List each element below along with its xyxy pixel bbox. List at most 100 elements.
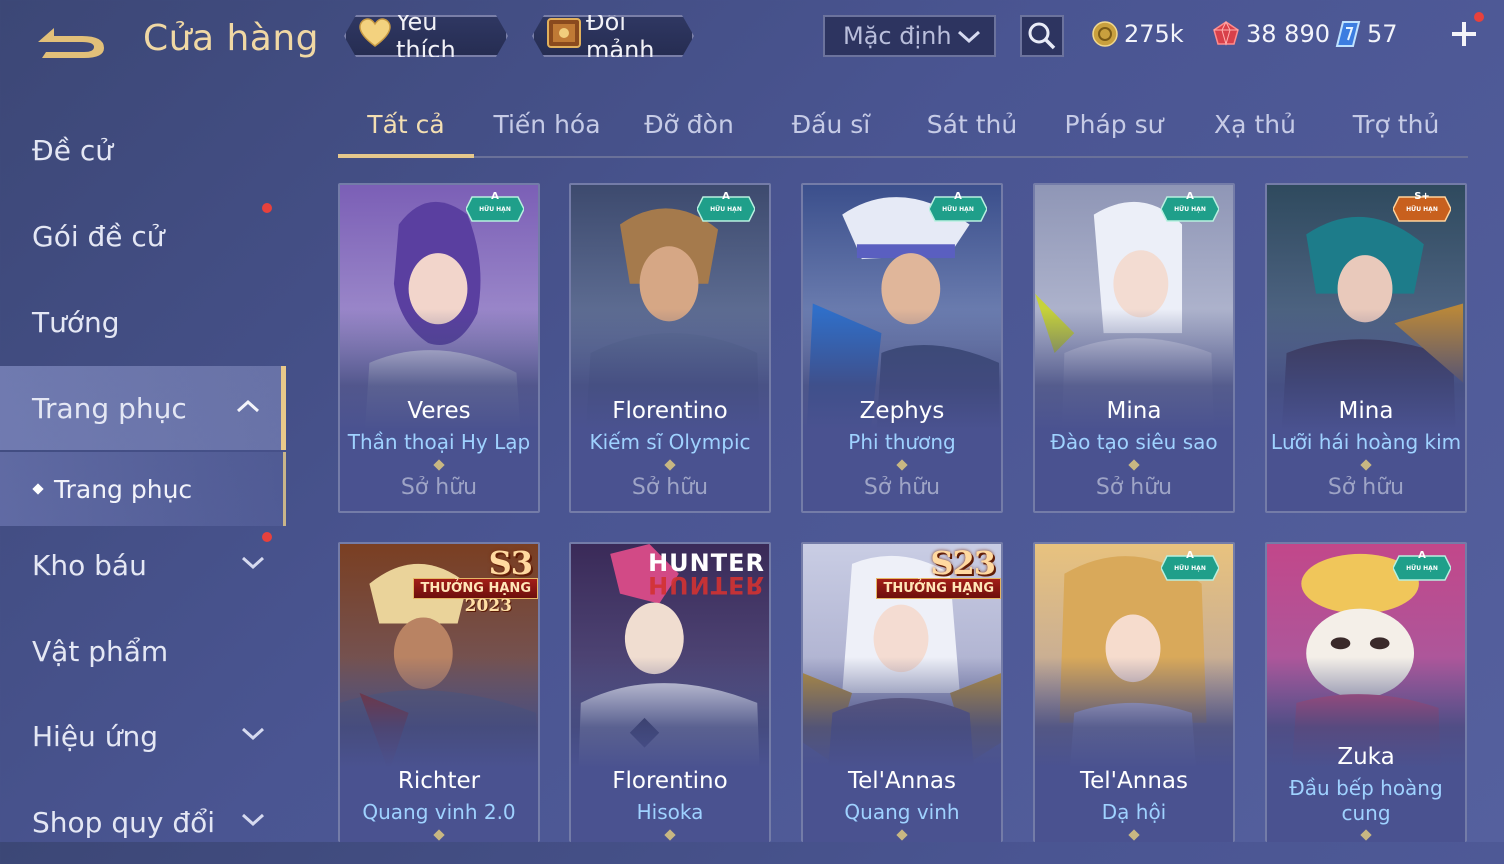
sidebar-subitem-skins[interactable]: Trang phục <box>0 452 286 526</box>
skin-name: Kiếm sĩ Olympic <box>589 430 751 454</box>
hero-name: Mina <box>1106 398 1162 424</box>
tab-all[interactable]: Tất cả <box>338 110 474 139</box>
page-title: Cửa hàng <box>143 18 320 59</box>
skin-name: Thần thoại Hy Lạp <box>347 430 531 454</box>
chevron-down-icon <box>957 30 981 44</box>
tab-fighter[interactable]: Đấu sĩ <box>763 110 899 139</box>
chest-icon <box>546 15 582 57</box>
sidebar-item-label: Hiệu ứng <box>32 719 158 753</box>
rank-badge-label: A HỮU HẠN <box>1161 191 1219 216</box>
hero-name: Veres <box>407 398 471 424</box>
rank-badge-sub: HỮU HẠN <box>1406 565 1438 572</box>
tab-tank[interactable]: Đỡ đòn <box>621 110 757 139</box>
skin-name: Phi thương <box>848 430 956 454</box>
skin-card[interactable]: S3 THƯỞNG HẠNG 2023 Richter Quang vinh 2… <box>338 542 540 842</box>
season-banner-year: 2023 <box>464 596 512 616</box>
diamond-bullet-icon <box>32 483 44 495</box>
sidebar-item-bundles[interactable]: Gói đề cử <box>0 194 286 278</box>
rank-badge-letter: A <box>722 191 730 202</box>
sidebar-item-label: Đề cử <box>32 133 113 167</box>
gold-amount: 275k <box>1124 20 1184 48</box>
voucher-amount: 57 <box>1367 20 1398 48</box>
season-banner-ribbon: THƯỞNG HẠNG <box>876 578 1001 599</box>
skin-name: Đầu bếp hoàng cung <box>1289 776 1443 825</box>
tab-mage[interactable]: Pháp sư <box>1046 110 1182 139</box>
sidebar-item-effects[interactable]: Hiệu ứng <box>0 694 286 778</box>
skin-card[interactable]: A HỮU HẠN Zuka Đầu bếp hoàng cung <box>1265 542 1467 842</box>
skin-card[interactable]: A HỮU HẠN Mina Đào tạo siêu sao Sở hữu <box>1033 183 1235 513</box>
tab-support[interactable]: Trợ thủ <box>1328 110 1464 139</box>
shard-exchange-button[interactable]: Đổi mảnh <box>532 15 694 57</box>
sidebar-item-label: Shop quy đổi <box>32 805 215 839</box>
tab-label: Sát thủ <box>926 110 1018 139</box>
tab-marksman[interactable]: Xạ thủ <box>1187 110 1323 139</box>
chevron-down-icon <box>241 813 265 827</box>
rank-badge-label: A HỮU HẠN <box>697 191 755 216</box>
hero-name: Richter <box>397 768 481 794</box>
voucher-balance: 57 <box>1335 16 1398 52</box>
voucher-crystal-icon <box>1335 21 1361 47</box>
ruby-amount: 38 890 <box>1246 20 1330 48</box>
tab-label: Pháp sư <box>1064 110 1164 139</box>
sort-value: Mặc định <box>843 22 952 50</box>
rank-badge-label: A HỮU HẠN <box>1161 550 1219 575</box>
skin-name: Quang vinh <box>844 800 960 824</box>
skin-name: Quang vinh 2.0 <box>362 800 516 824</box>
tab-label: Trợ thủ <box>1352 110 1440 139</box>
favorites-button[interactable]: Yêu thích <box>344 15 508 57</box>
search-icon <box>1028 22 1056 50</box>
tab-assassin[interactable]: Sát thủ <box>904 110 1040 139</box>
skin-name: Lưỡi hái hoàng kim <box>1270 430 1462 454</box>
sort-dropdown[interactable]: Mặc định <box>823 15 996 57</box>
rank-badge-letter: A <box>1186 191 1194 202</box>
rank-badge-sub: HỮU HẠN <box>479 206 511 213</box>
owned-status: Sở hữu <box>863 475 941 500</box>
skin-name: Dạ hội <box>1101 800 1167 824</box>
skin-card[interactable]: A HỮU HẠN Veres Thần thoại Hy Lạp Sở hữu <box>338 183 540 513</box>
rank-badge-sub: HỮU HẠN <box>1406 206 1438 213</box>
notification-dot <box>262 203 272 213</box>
hero-name: Florentino <box>612 398 728 424</box>
skin-card[interactable]: A HỮU HẠN Zephys Phi thương Sở hữu <box>801 183 1003 513</box>
notification-dot <box>262 532 272 542</box>
favorites-label: Yêu thích <box>396 8 456 64</box>
heart-icon <box>358 18 392 54</box>
hero-name: Florentino <box>612 768 728 794</box>
skin-card[interactable]: S23 THƯỞNG HẠNG Tel'Annas Quang vinh <box>801 542 1003 842</box>
search-button[interactable] <box>1020 15 1064 57</box>
rank-badge-label: S+ HỮU HẠN <box>1393 191 1451 216</box>
skin-card[interactable]: A HỮU HẠN Tel'Annas Dạ hội <box>1033 542 1235 842</box>
season-banner-title: S23 <box>930 544 996 582</box>
rank-badge-letter: A <box>1186 550 1194 561</box>
owned-status: Sở hữu <box>1095 475 1173 500</box>
ruby-balance: 38 890 <box>1212 16 1330 52</box>
skin-card[interactable]: A HỮU HẠN Florentino Kiếm sĩ Olympic Sở h… <box>569 183 771 513</box>
sidebar-item-exchange-shop[interactable]: Shop quy đổi <box>0 780 286 864</box>
back-arrow-icon[interactable] <box>34 22 110 62</box>
sidebar-item-heroes[interactable]: Tướng <box>0 280 286 364</box>
chevron-up-icon <box>236 399 260 413</box>
sidebar-item-treasure[interactable]: Kho báu <box>0 523 286 607</box>
sidebar-item-items[interactable]: Vật phẩm <box>0 609 286 693</box>
skin-card[interactable]: S+ HỮU HẠN Mina Lưỡi hái hoàng kim Sở hữu <box>1265 183 1467 513</box>
rank-badge-letter: A <box>954 191 962 202</box>
sidebar-item-label: Gói đề cử <box>32 219 165 253</box>
skin-name: Đào tạo siêu sao <box>1050 430 1218 454</box>
rank-badge-label: A HỮU HẠN <box>1393 550 1451 575</box>
sidebar-item-skins[interactable]: Trang phục <box>0 366 286 450</box>
sidebar-item-label: Trang phục <box>32 391 187 425</box>
collab-logo: HUNTER HUNTER <box>648 551 765 599</box>
rank-badge-sub: HỮU HẠN <box>942 206 974 213</box>
skin-card[interactable]: HUNTER HUNTER Florentino Hisoka <box>569 542 771 842</box>
active-tab-indicator <box>338 154 474 158</box>
gold-coin-icon <box>1092 21 1118 47</box>
tab-evolution[interactable]: Tiến hóa <box>479 110 615 139</box>
sidebar-item-label: Kho báu <box>32 548 147 582</box>
rank-badge-sub: HỮU HẠN <box>1174 206 1206 213</box>
hero-name: Tel'Annas <box>1080 768 1188 794</box>
skin-name: Hisoka <box>636 800 704 824</box>
sidebar-item-recommended[interactable]: Đề cử <box>0 108 286 192</box>
gold-balance: 275k <box>1092 16 1184 52</box>
hero-name: Zephys <box>859 398 945 424</box>
tab-label: Đỡ đòn <box>644 110 734 139</box>
